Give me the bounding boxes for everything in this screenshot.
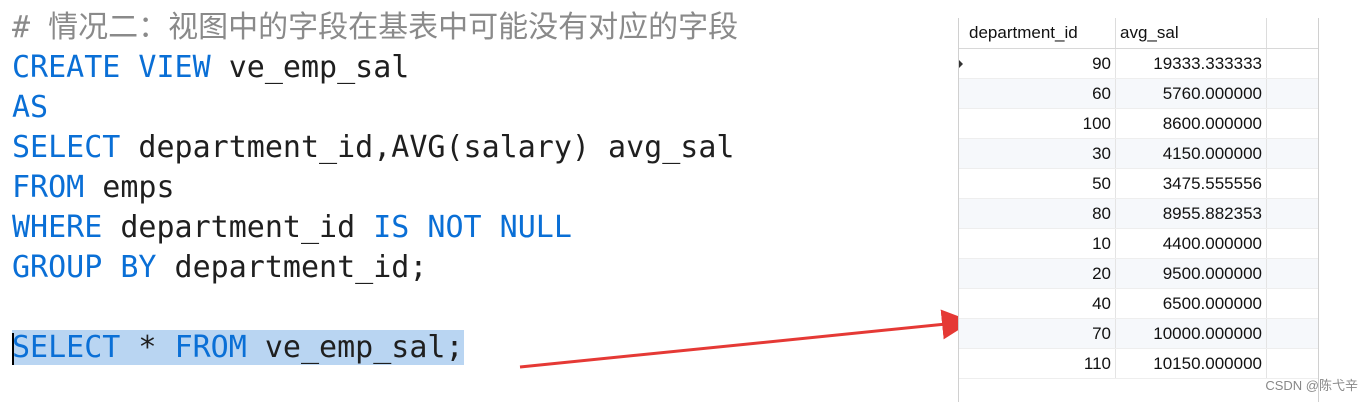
table-row[interactable]: 90 19333.333333 xyxy=(959,49,1318,79)
row-selector[interactable] xyxy=(959,169,965,198)
cell-department-id[interactable]: 10 xyxy=(965,229,1116,258)
table-row[interactable]: 70 10000.000000 xyxy=(959,319,1318,349)
row-selector[interactable] xyxy=(959,199,965,228)
row-selector[interactable] xyxy=(959,109,965,138)
row-selector[interactable] xyxy=(959,349,965,378)
cell-avg-sal[interactable]: 8600.000000 xyxy=(1116,109,1267,138)
cell-avg-sal[interactable]: 9500.000000 xyxy=(1116,259,1267,288)
cell-department-id[interactable]: 30 xyxy=(965,139,1116,168)
cell-avg-sal[interactable]: 10000.000000 xyxy=(1116,319,1267,348)
cell-avg-sal[interactable]: 6500.000000 xyxy=(1116,289,1267,318)
cell-department-id[interactable]: 100 xyxy=(965,109,1116,138)
table-row[interactable]: 50 3475.555556 xyxy=(959,169,1318,199)
grid-rows: 90 19333.333333 60 5760.000000 100 8600.00000… xyxy=(959,49,1318,379)
table-row[interactable]: 100 8600.000000 xyxy=(959,109,1318,139)
cell-avg-sal[interactable]: 4150.000000 xyxy=(1116,139,1267,168)
cell-department-id[interactable]: 40 xyxy=(965,289,1116,318)
cell-avg-sal[interactable]: 4400.000000 xyxy=(1116,229,1267,258)
row-selector[interactable] xyxy=(959,289,965,318)
table-row[interactable]: 40 6500.000000 xyxy=(959,289,1318,319)
table-row[interactable]: 60 5760.000000 xyxy=(959,79,1318,109)
row-selector[interactable] xyxy=(959,319,965,348)
row-selector[interactable] xyxy=(959,49,965,78)
cell-department-id[interactable]: 70 xyxy=(965,319,1116,348)
cell-avg-sal[interactable]: 5760.000000 xyxy=(1116,79,1267,108)
row-selector[interactable] xyxy=(959,139,965,168)
table-row[interactable]: 80 8955.882353 xyxy=(959,199,1318,229)
table-row[interactable]: 20 9500.000000 xyxy=(959,259,1318,289)
cell-department-id[interactable]: 80 xyxy=(965,199,1116,228)
cell-department-id[interactable]: 20 xyxy=(965,259,1116,288)
result-grid[interactable]: department_id avg_sal 90 19333.333333 60 57… xyxy=(958,18,1319,402)
row-selector[interactable] xyxy=(959,229,965,258)
row-selector[interactable] xyxy=(959,79,965,108)
current-row-icon xyxy=(959,60,963,68)
watermark: CSDN @陈弋辛 xyxy=(1265,378,1358,393)
cell-department-id[interactable]: 110 xyxy=(965,349,1116,378)
table-row[interactable]: 110 10150.000000 xyxy=(959,349,1318,379)
column-header-department-id[interactable]: department_id xyxy=(965,18,1116,48)
cell-department-id[interactable]: 60 xyxy=(965,79,1116,108)
cell-department-id[interactable]: 90 xyxy=(965,49,1116,78)
cell-avg-sal[interactable]: 8955.882353 xyxy=(1116,199,1267,228)
cell-department-id[interactable]: 50 xyxy=(965,169,1116,198)
cell-avg-sal[interactable]: 10150.000000 xyxy=(1116,349,1267,378)
table-row[interactable]: 10 4400.000000 xyxy=(959,229,1318,259)
cell-avg-sal[interactable]: 19333.333333 xyxy=(1116,49,1267,78)
row-selector[interactable] xyxy=(959,259,965,288)
column-header-avg-sal[interactable]: avg_sal xyxy=(1116,18,1267,48)
grid-header: department_id avg_sal xyxy=(959,18,1318,49)
table-row[interactable]: 30 4150.000000 xyxy=(959,139,1318,169)
cell-avg-sal[interactable]: 3475.555556 xyxy=(1116,169,1267,198)
